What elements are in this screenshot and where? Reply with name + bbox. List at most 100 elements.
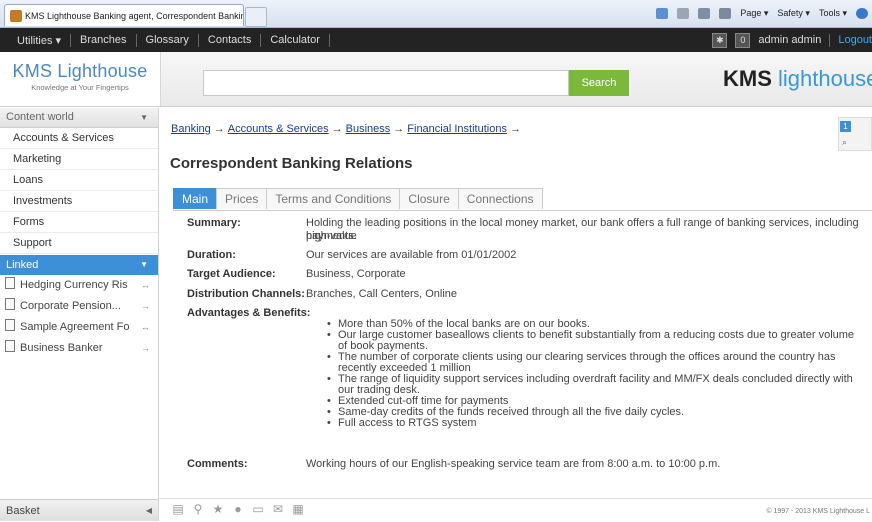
duration-label: Duration: <box>187 249 236 261</box>
browser-command-bar: Page ▾ Safety ▾ Tools ▾ <box>656 8 868 19</box>
browser-toolbar: KMS Lighthouse Banking agent, Correspond… <box>0 0 872 28</box>
summary-line1: Holding the leading positions in the loc… <box>306 217 859 242</box>
sidebar-item-support[interactable]: Support <box>0 233 158 254</box>
tab-prices[interactable]: Prices <box>216 188 268 209</box>
sidebar: Content world ▼ Accounts & Services Mark… <box>0 108 159 521</box>
email-icon[interactable]: ✉ <box>271 502 285 516</box>
breadcrumb-arrow: → <box>509 123 521 135</box>
kms-logo[interactable]: KMS Lighthouse Knowledge at Your Fingert… <box>0 52 161 106</box>
document-icon <box>5 298 15 310</box>
nav-utilities[interactable]: Utilities ▾ <box>8 34 70 47</box>
sidebar-item-loans[interactable]: Loans <box>0 170 158 191</box>
brand-logo: KMS lighthouse <box>723 66 872 92</box>
print-icon[interactable]: ▭ <box>251 502 265 516</box>
breadcrumb-accounts[interactable]: Accounts & Services <box>228 123 329 135</box>
breadcrumb-arrow: → <box>331 123 343 135</box>
pin-icon[interactable]: ⚲ <box>191 502 205 516</box>
comments-value: Working hours of our English-speaking se… <box>306 458 721 470</box>
linked-item-label: Hedging Currency Ris <box>20 279 128 291</box>
summary-label: Summary: <box>187 217 241 229</box>
home-icon[interactable] <box>656 8 669 19</box>
list-item: The number of corporate clients using ou… <box>327 352 855 374</box>
linked-item[interactable]: Corporate Pension... → <box>0 296 158 317</box>
linked-item-label: Sample Agreement Fo <box>20 321 130 333</box>
link-direction-icon: ↔ <box>141 280 150 290</box>
nav-glossary[interactable]: Glossary <box>137 34 198 46</box>
summary-line2: payments. <box>306 230 357 242</box>
duration-value: Our services are available from 01/01/20… <box>306 249 517 261</box>
settings-icon[interactable]: ✱ <box>712 32 728 48</box>
content-world-label: Content world <box>6 111 74 123</box>
linked-item-label: Business Banker <box>20 342 103 354</box>
browser-tab[interactable]: KMS Lighthouse Banking agent, Correspond… <box>4 4 244 26</box>
sidebar-item-forms[interactable]: Forms <box>0 212 158 233</box>
nav-branches[interactable]: Branches <box>71 34 135 46</box>
breadcrumb-banking[interactable]: Banking <box>171 123 211 135</box>
breadcrumb-financial-institutions[interactable]: Financial Institutions <box>407 123 507 135</box>
logout-link[interactable]: Logout <box>838 34 872 46</box>
nav-divider <box>829 33 831 47</box>
linked-section-header[interactable]: Linked ▼ <box>0 255 158 275</box>
linked-item[interactable]: Sample Agreement Fo ↔ <box>0 317 158 338</box>
user-name[interactable]: admin admin <box>758 34 821 46</box>
nav-divider <box>328 33 330 47</box>
tab-terms[interactable]: Terms and Conditions <box>266 188 401 209</box>
basket-panel[interactable]: Basket ◀ <box>0 499 158 521</box>
document-icon <box>5 340 15 352</box>
app-header: KMS Lighthouse Knowledge at Your Fingert… <box>0 52 872 107</box>
print-icon[interactable] <box>719 8 732 19</box>
sidebar-item-accounts[interactable]: Accounts & Services <box>0 128 158 149</box>
browser-tab-title: KMS Lighthouse Banking agent, Correspond… <box>25 10 244 21</box>
linked-item[interactable]: Hedging Currency Ris ↔ <box>0 275 158 296</box>
advantages-label: Advantages & Benefits: <box>187 307 311 319</box>
search-button[interactable]: Search <box>569 70 629 96</box>
list-item: Full access to RTGS system <box>327 418 855 430</box>
linked-item[interactable]: Business Banker → <box>0 338 158 359</box>
nav-contacts[interactable]: Contacts <box>199 34 260 46</box>
brand-logo-lighthouse: lighthouse <box>778 66 872 91</box>
content-world-dropdown[interactable]: Content world ▼ <box>0 108 158 128</box>
sidebar-item-marketing[interactable]: Marketing <box>0 149 158 170</box>
breadcrumb-arrow: → <box>393 123 405 135</box>
page-menu[interactable]: Page ▾ <box>740 8 768 19</box>
favicon-icon <box>10 9 22 22</box>
tab-main[interactable]: Main <box>173 188 218 209</box>
chevron-down-icon: ▼ <box>140 113 148 122</box>
tools-count-badge[interactable]: 1 <box>840 121 851 132</box>
chevron-left-icon: ◀ <box>145 506 152 515</box>
chevron-down-icon: ▼ <box>140 260 148 269</box>
help-icon[interactable] <box>856 8 868 19</box>
sidebar-item-investments[interactable]: Investments <box>0 191 158 212</box>
search-icon[interactable]: ⌕ <box>842 137 847 148</box>
basket-label: Basket <box>6 505 40 517</box>
comments-label: Comments: <box>187 458 248 470</box>
breadcrumb-arrow: → <box>213 123 225 135</box>
comment-icon[interactable]: ● <box>231 502 245 516</box>
mail-icon[interactable] <box>698 8 711 19</box>
document-icon[interactable]: ▤ <box>171 502 185 516</box>
list-item: The range of liquidity support services … <box>327 374 855 396</box>
list-item: Our large customer baseallows clients to… <box>327 330 855 352</box>
link-direction-icon: → <box>141 301 150 311</box>
linked-item-label: Corporate Pension... <box>20 300 121 312</box>
target-audience-value: Business, Corporate <box>306 268 406 280</box>
tab-connections[interactable]: Connections <box>457 188 543 209</box>
breadcrumb-business[interactable]: Business <box>346 123 391 135</box>
star-icon[interactable]: ★ <box>211 502 225 516</box>
logo-tagline: Knowledge at Your Fingertips <box>31 83 129 92</box>
tools-menu[interactable]: Tools ▾ <box>819 8 847 19</box>
search-input[interactable] <box>203 70 569 96</box>
bottom-toolbar: ▤ ⚲ ★ ● ▭ ✉ ▦ © 1997 - 2013 KMS Lighthou… <box>159 498 872 522</box>
tab-underline <box>173 210 872 211</box>
nav-calculator[interactable]: Calculator <box>261 34 329 46</box>
tab-closure[interactable]: Closure <box>399 188 459 209</box>
notification-count[interactable]: 0 <box>735 32 751 48</box>
target-audience-label: Target Audience: <box>187 268 276 280</box>
feeds-icon[interactable] <box>677 8 690 19</box>
tab-bar: Main Prices Terms and Conditions Closure… <box>173 188 543 210</box>
distribution-channels-value: Branches, Call Centers, Online <box>306 288 458 300</box>
safety-menu[interactable]: Safety ▾ <box>777 8 810 19</box>
copyright-text: © 1997 - 2013 KMS Lighthouse L <box>766 508 870 515</box>
save-icon[interactable]: ▦ <box>291 502 305 516</box>
new-tab-button[interactable] <box>245 7 267 27</box>
